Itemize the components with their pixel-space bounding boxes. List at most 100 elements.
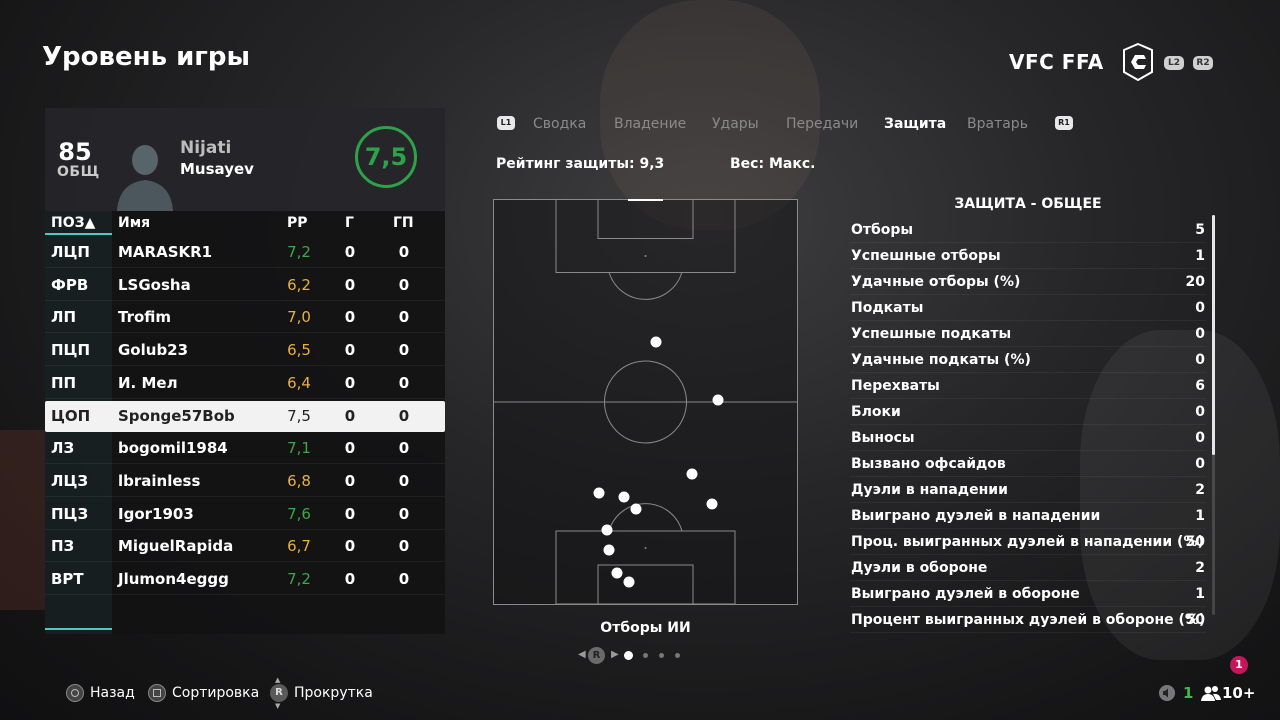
stat-value: 0 [1195, 326, 1205, 342]
page-dot [675, 653, 680, 658]
player-match-rating: 6,4 [287, 373, 311, 392]
player-assists: 0 [398, 439, 410, 458]
stat-label: Удачные отборы (%) [851, 274, 1021, 290]
r2-button[interactable]: R2 [1193, 56, 1213, 70]
table-row[interactable]: ЛЦП MARASKR1 7,2 0 0 [45, 237, 445, 268]
r1-button[interactable]: R1 [1055, 116, 1073, 130]
tackle-dot [650, 336, 662, 348]
player-goals: 0 [344, 341, 356, 360]
player-name: Jlumon4eggg [118, 570, 229, 588]
stats-section-title: ЗАЩИТА - ОБЩЕЕ [954, 196, 1102, 212]
table-row[interactable]: ПП И. Мел 6,4 0 0 [45, 368, 445, 399]
square-button-icon [148, 684, 166, 702]
player-match-rating: 6,7 [287, 537, 311, 556]
player-assists: 0 [398, 471, 410, 490]
stat-value: 20 [1185, 274, 1205, 290]
col-header-name[interactable]: Имя [118, 215, 150, 231]
stat-label: Удачные подкаты (%) [851, 352, 1031, 368]
pitch-caption: Отборы ИИ [600, 620, 691, 636]
player-position: ПЦП [51, 341, 91, 360]
page-dot [643, 653, 648, 658]
player-card: 85 ОБЩ Nijati Musayev 7,5 [45, 108, 445, 211]
table-row[interactable]: ПЗ MiguelRapida 6,7 0 0 [45, 531, 445, 563]
player-name: И. Мел [118, 373, 178, 392]
tackle-dot [593, 487, 605, 499]
player-assists: 0 [398, 570, 410, 588]
stat-label: Проц. выигранных дуэлей в нападении (%) [851, 534, 1204, 550]
stat-label: Подкаты [851, 300, 924, 316]
col-header-pos[interactable]: ПОЗ▲ [51, 215, 95, 231]
player-position: ФРВ [51, 275, 89, 294]
chevron-left-icon[interactable]: ◀ [578, 649, 586, 660]
circle-button-icon [66, 684, 84, 702]
chevron-right-icon[interactable]: ▶ [611, 649, 619, 660]
stat-row: Перехваты 6 [850, 373, 1206, 399]
player-first-name: Nijati [180, 138, 232, 158]
player-goals: 0 [344, 308, 356, 327]
tab-shots[interactable]: Удары [712, 116, 759, 132]
stat-label: Успешные подкаты [851, 326, 1012, 342]
party-count: 10+ [1222, 684, 1256, 702]
player-position: ЛЦЗ [51, 471, 89, 490]
player-name: MiguelRapida [118, 537, 234, 556]
player-last-name: Musayev [180, 160, 254, 178]
stat-row: Успешные подкаты 0 [850, 321, 1206, 347]
stat-label: Выиграно дуэлей в обороне [851, 586, 1080, 602]
player-position: ЛЗ [51, 439, 75, 458]
stat-value: 2 [1195, 482, 1205, 498]
tab-passes[interactable]: Передачи [786, 116, 858, 132]
stat-row: Дуэли в обороне 2 [850, 555, 1206, 581]
col-header-assists[interactable]: ГП [393, 215, 414, 231]
player-goals: 0 [344, 373, 356, 392]
player-assists: 0 [398, 406, 410, 425]
stat-value: 50 [1185, 534, 1205, 550]
stat-label: Отборы [851, 222, 914, 238]
stat-row: Успешные отборы 1 [850, 243, 1206, 269]
tab-goalkeeper[interactable]: Вратарь [967, 116, 1028, 132]
page-dot-active [624, 651, 633, 660]
stat-value: 0 [1195, 456, 1205, 472]
stat-label: Выносы [851, 430, 915, 446]
stat-value: 0 [1195, 300, 1205, 316]
player-match-rating: 7,6 [287, 504, 311, 523]
col-header-goals[interactable]: Г [345, 215, 354, 231]
l2-button[interactable]: L2 [1164, 56, 1184, 70]
player-name: MARASKR1 [118, 243, 213, 261]
table-row[interactable]: ПЦЗ Igor1903 7,6 0 0 [45, 499, 445, 530]
player-goals: 0 [344, 504, 356, 523]
col-header-rating[interactable]: РР [287, 215, 308, 231]
stat-value: 1 [1195, 586, 1205, 602]
stat-value: 1 [1195, 248, 1205, 264]
page-title: Уровень игры [42, 42, 250, 72]
player-assists: 0 [398, 243, 410, 261]
right-stick-icon: ▲ R ▼ [270, 676, 288, 710]
table-row[interactable]: ФРВ LSGosha 6,2 0 0 [45, 270, 445, 301]
stats-scrollbar[interactable] [1212, 215, 1215, 615]
player-name: LSGosha [118, 275, 191, 294]
tab-summary[interactable]: Сводка [533, 116, 586, 132]
stat-label: Дуэли в обороне [851, 560, 988, 576]
stat-row: Отборы 5 [850, 217, 1206, 243]
tab-possession[interactable]: Владение [614, 116, 686, 132]
table-row[interactable]: ЛЦЗ lbrainless 6,8 0 0 [45, 466, 445, 497]
table-row[interactable]: ВРТ Jlumon4eggg 7,2 0 0 [45, 564, 445, 595]
table-row[interactable]: ПЦП Golub23 6,5 0 0 [45, 335, 445, 367]
notification-badge[interactable]: 1 [1230, 656, 1248, 674]
scrollbar-thumb[interactable] [1212, 215, 1215, 455]
table-row[interactable]: ЛЗ bogomil1984 7,1 0 0 [45, 433, 445, 465]
stat-row: Выиграно дуэлей в обороне 1 [850, 581, 1206, 607]
table-row[interactable]: ЛП Trofim 7,0 0 0 [45, 302, 445, 334]
player-match-rating: 6,5 [287, 341, 311, 360]
tab-defense[interactable]: Защита [884, 116, 946, 132]
stat-row: Проц. выигранных дуэлей в нападении (%) 5… [850, 529, 1206, 555]
table-row[interactable]: ЦОП Sponge57Bob 7,5 0 0 [45, 400, 445, 432]
stat-label: Дуэли в нападении [851, 482, 1008, 498]
tackle-dot [706, 498, 718, 510]
player-match-rating: 6,2 [287, 275, 311, 294]
stat-value: 0 [1195, 404, 1205, 420]
tackle-dot [603, 544, 615, 556]
stat-value: 1 [1195, 508, 1205, 524]
stat-label: Блоки [851, 404, 901, 420]
player-name: Golub23 [118, 341, 189, 360]
l1-button[interactable]: L1 [497, 116, 515, 130]
